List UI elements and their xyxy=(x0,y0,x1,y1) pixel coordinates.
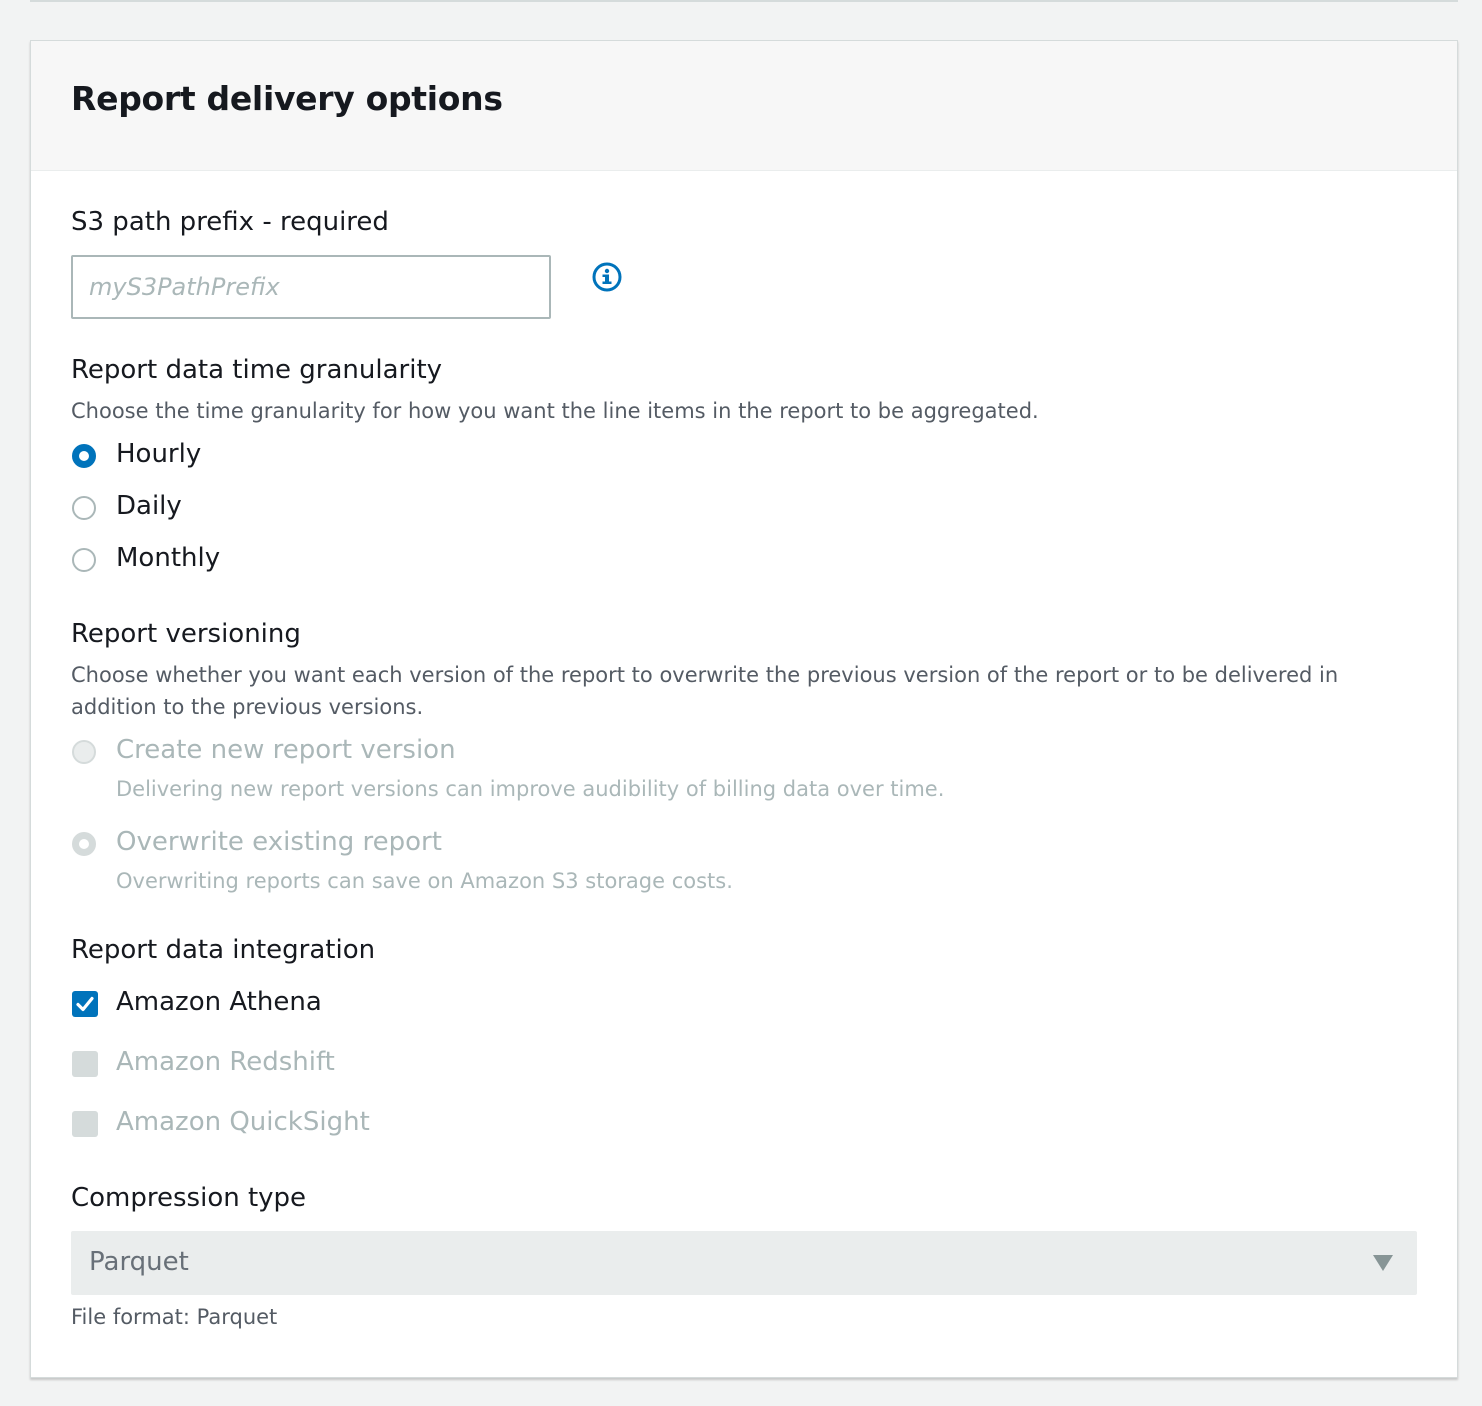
checkbox-quicksight[interactable] xyxy=(72,1111,98,1137)
radio-overwrite-existing[interactable] xyxy=(72,832,96,856)
s3-prefix-input[interactable] xyxy=(71,255,551,319)
radio-daily-label[interactable]: Daily xyxy=(116,491,182,521)
radio-monthly[interactable] xyxy=(72,548,96,572)
granularity-description: Choose the time granularity for how you … xyxy=(71,399,1039,423)
checkbox-athena-label[interactable]: Amazon Athena xyxy=(116,987,322,1017)
info-circle-icon[interactable] xyxy=(592,262,622,296)
radio-create-new-version-label[interactable]: Create new report version xyxy=(116,735,456,765)
granularity-label: Report data time granularity xyxy=(71,355,443,385)
s3-prefix-label: S3 path prefix - required xyxy=(71,207,389,237)
versioning-label: Report versioning xyxy=(71,619,301,649)
radio-overwrite-existing-label[interactable]: Overwrite existing report xyxy=(116,827,442,857)
checkbox-athena[interactable] xyxy=(72,991,98,1017)
radio-daily[interactable] xyxy=(72,496,96,520)
radio-hourly[interactable] xyxy=(72,444,96,468)
integration-label: Report data integration xyxy=(71,935,376,965)
compression-selected-value: Parquet xyxy=(89,1247,189,1277)
panel-header: Report delivery options xyxy=(31,41,1457,171)
checkbox-redshift-label[interactable]: Amazon Redshift xyxy=(116,1047,335,1077)
versioning-description: Choose whether you want each version of … xyxy=(71,663,1339,719)
compression-hint: File format: Parquet xyxy=(71,1305,278,1329)
compression-label: Compression type xyxy=(71,1183,307,1213)
caret-down-icon xyxy=(1373,1255,1393,1271)
panel-title: Report delivery options xyxy=(71,79,503,118)
checkbox-quicksight-label[interactable]: Amazon QuickSight xyxy=(116,1107,370,1137)
checkbox-redshift[interactable] xyxy=(72,1051,98,1077)
overwrite-existing-description: Overwriting reports can save on Amazon S… xyxy=(116,869,733,893)
report-delivery-options-panel: Report delivery options S3 path prefix -… xyxy=(30,40,1458,1378)
create-new-version-description: Delivering new report versions can impro… xyxy=(116,777,945,801)
radio-hourly-label[interactable]: Hourly xyxy=(116,439,201,469)
top-divider xyxy=(30,0,1458,2)
compression-select[interactable]: Parquet xyxy=(71,1231,1417,1295)
radio-create-new-version[interactable] xyxy=(72,740,96,764)
radio-monthly-label[interactable]: Monthly xyxy=(116,543,220,573)
checkmark-icon xyxy=(76,996,94,1012)
